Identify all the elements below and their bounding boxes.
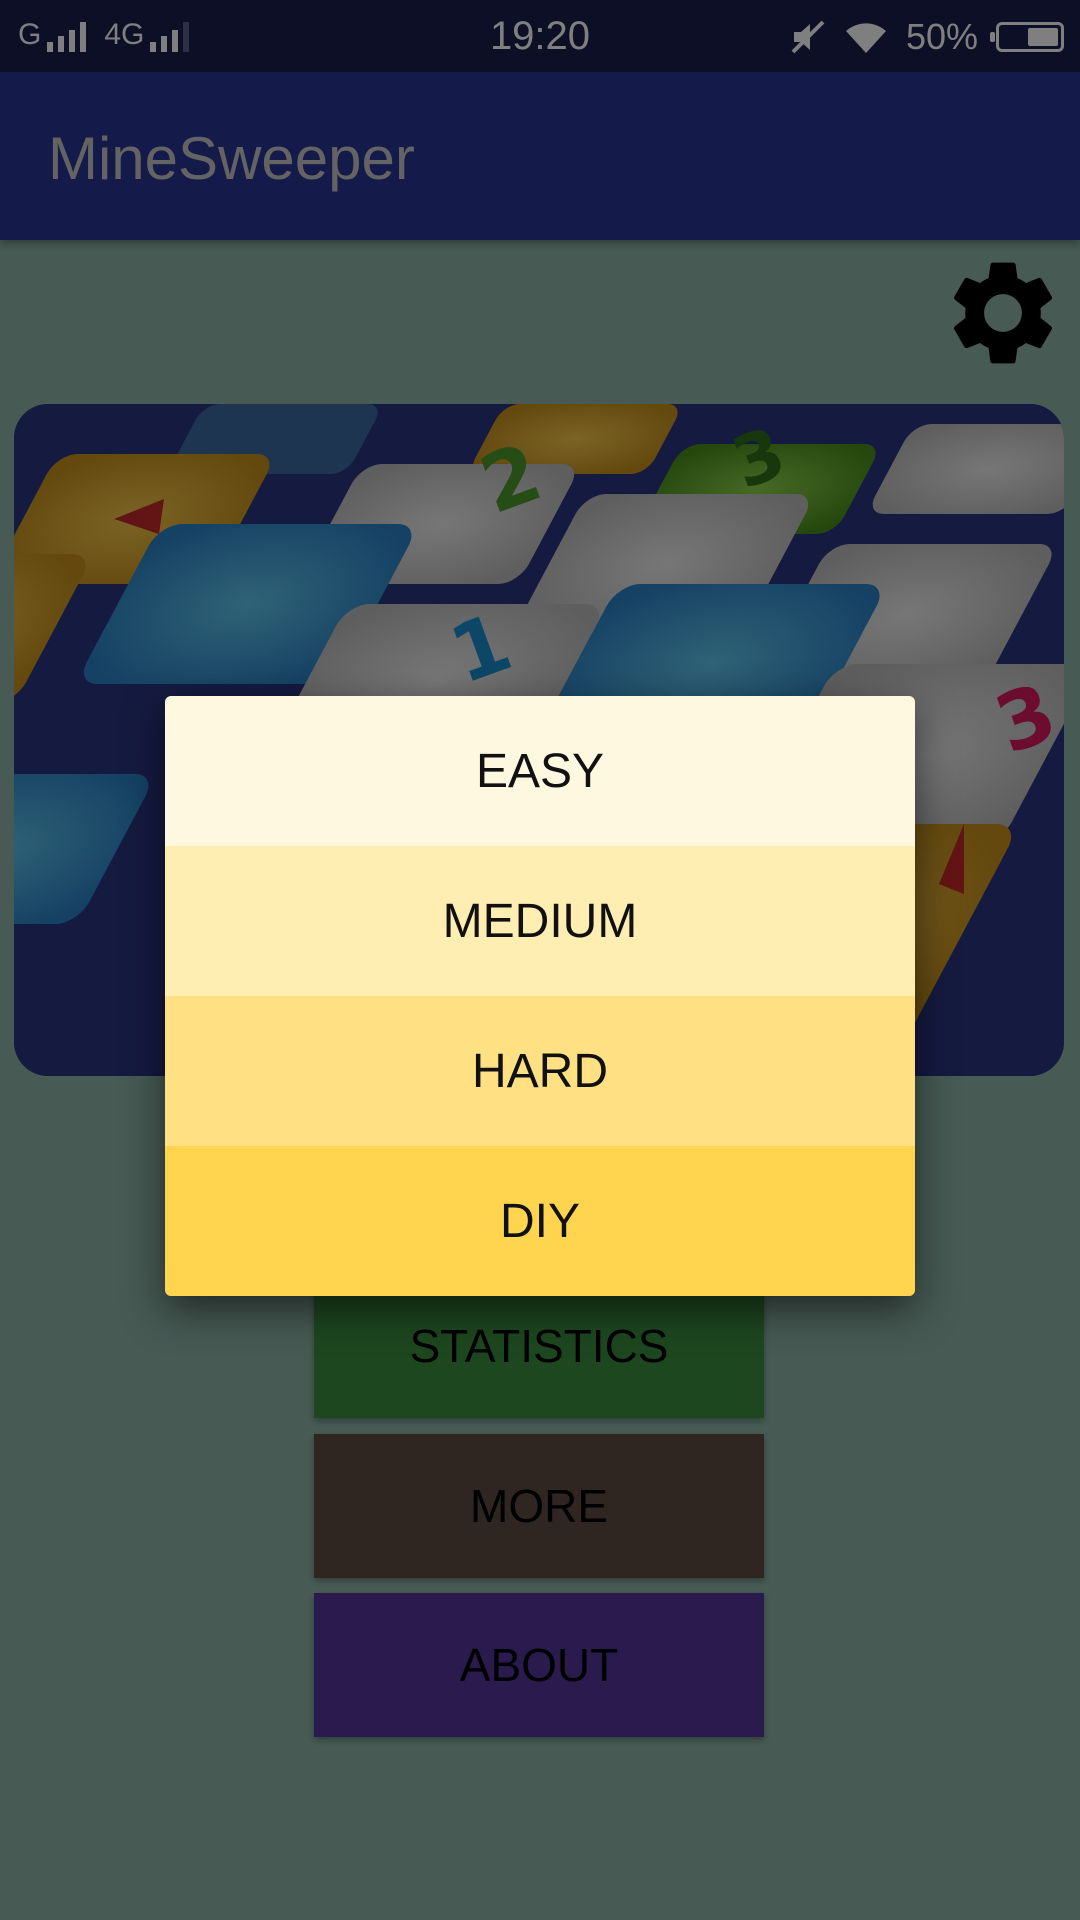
difficulty-dialog: EASY MEDIUM HARD DIY	[165, 696, 915, 1296]
difficulty-diy-option[interactable]: DIY	[165, 1146, 915, 1296]
difficulty-easy-option[interactable]: EASY	[165, 696, 915, 846]
difficulty-hard-option[interactable]: HARD	[165, 996, 915, 1146]
difficulty-medium-option[interactable]: MEDIUM	[165, 846, 915, 996]
